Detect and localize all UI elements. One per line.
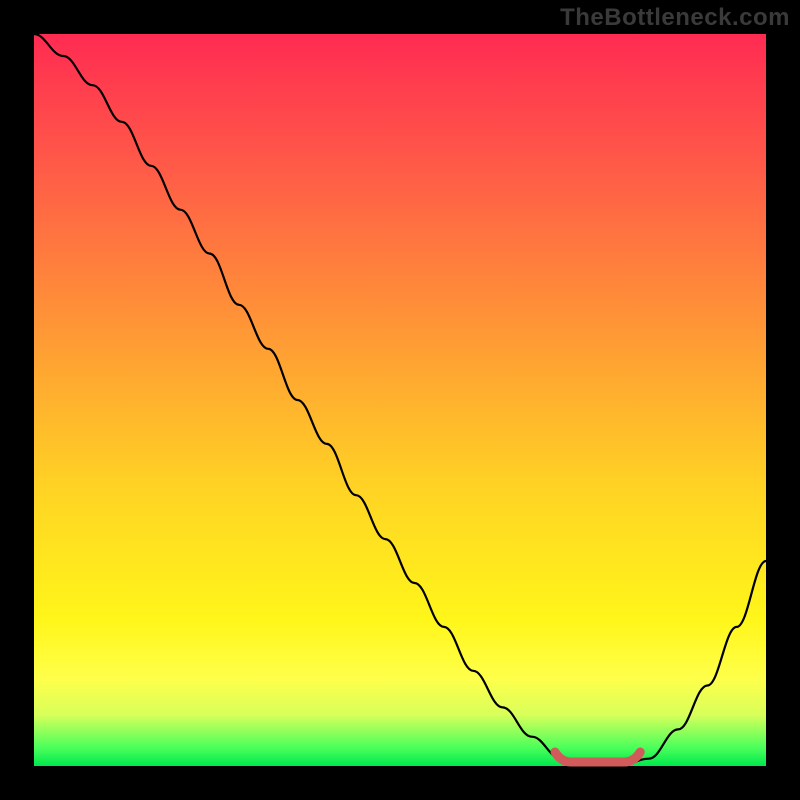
watermark-text: TheBottleneck.com — [560, 4, 790, 32]
bottleneck-curve-line — [34, 34, 766, 766]
highlight-segment — [555, 752, 640, 762]
chart-frame: TheBottleneck.com — [0, 0, 800, 800]
plot-area — [34, 34, 766, 766]
curve-svg — [34, 34, 766, 766]
